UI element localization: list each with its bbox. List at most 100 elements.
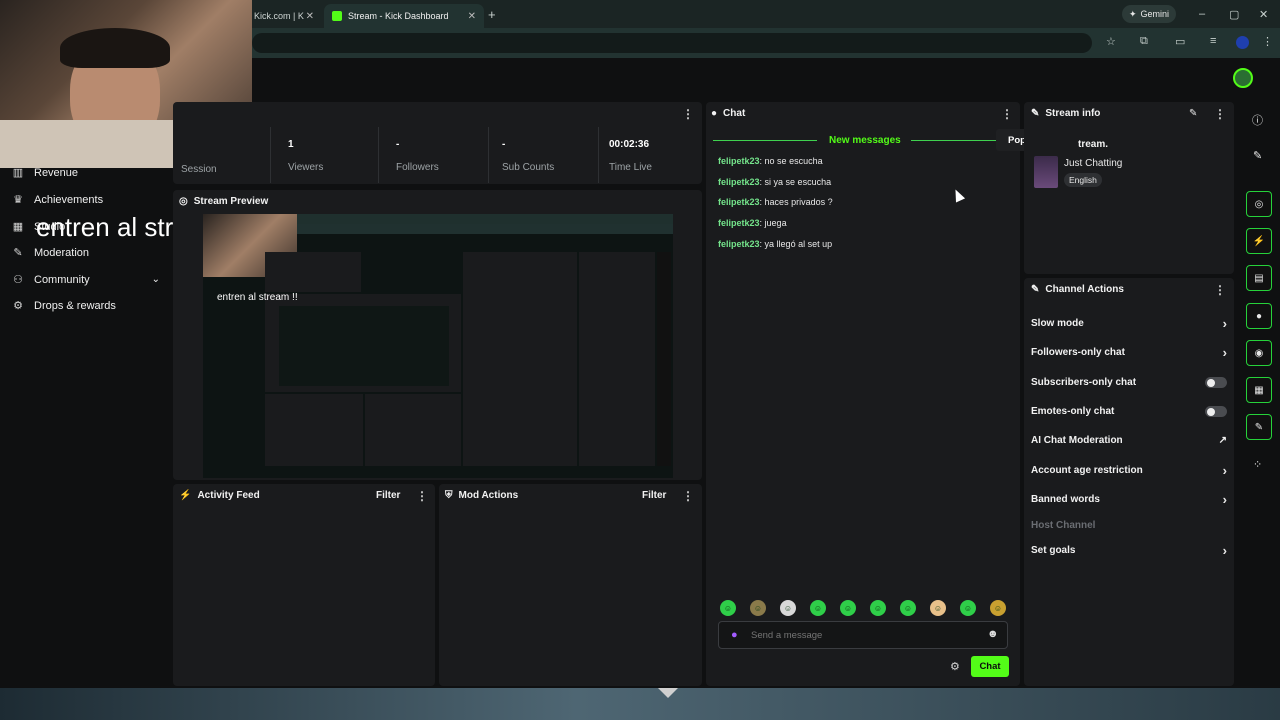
sidebar-item-achievements[interactable]: ♛ Achievements — [12, 193, 103, 207]
browser-tab[interactable]: Kick.com | K ✕ — [246, 4, 322, 28]
stream-preview-video[interactable]: entren al stream !! — [203, 214, 673, 478]
chat-message-input[interactable] — [751, 628, 971, 642]
desktop-background — [0, 688, 1280, 720]
sparkle-icon: ✦ — [1128, 8, 1137, 19]
star-icon[interactable]: ☆ — [1106, 35, 1116, 48]
stats-menu-icon[interactable]: ⋮ — [682, 107, 694, 121]
subscribers-only-toggle[interactable] — [1205, 377, 1227, 388]
stat-label: Time Live — [609, 162, 652, 173]
followers-only-action[interactable]: Followers-only chat › — [1031, 345, 1227, 360]
chat-settings-gear-icon[interactable]: ⚙ — [950, 660, 960, 673]
sidebar-item-drops[interactable]: ⚙ Drops & rewards — [12, 299, 116, 313]
extensions-icon[interactable]: ⧉ — [1140, 35, 1148, 48]
emote-icon[interactable]: ☺ — [900, 600, 916, 616]
close-icon[interactable]: ✕ — [306, 11, 314, 22]
chat-username[interactable]: felipetk23 — [718, 239, 760, 249]
stream-info-title: Stream info — [1045, 108, 1101, 119]
minimize-button[interactable]: – — [1199, 8, 1205, 20]
cast-icon[interactable]: ▭ — [1175, 35, 1185, 48]
rail-layout-icon[interactable]: ▦ — [1246, 377, 1272, 403]
sidebar-item-moderation[interactable]: ✎ Moderation — [12, 246, 89, 260]
set-goals-action[interactable]: Set goals › — [1031, 543, 1227, 558]
divider — [378, 127, 379, 183]
sidebar-item-community[interactable]: ⚇ Community ⌄ — [12, 273, 160, 287]
chevron-right-icon: › — [1222, 345, 1227, 360]
rail-notes-icon[interactable]: ▤ — [1246, 265, 1272, 291]
gemini-label: Gemini — [1140, 9, 1170, 19]
rail-activity-icon[interactable]: ⚡ — [1246, 228, 1272, 254]
emote-icon[interactable]: ☺ — [720, 600, 736, 616]
activity-menu-icon[interactable]: ⋮ — [416, 489, 428, 503]
stat-label: Viewers — [288, 162, 324, 173]
info-icon[interactable]: ⓘ — [1252, 112, 1263, 128]
preview-chat — [463, 252, 577, 466]
microphone-icon[interactable]: ● — [731, 629, 738, 641]
close-window-button[interactable]: ✕ — [1259, 8, 1268, 21]
chat-username[interactable]: felipetk23 — [718, 218, 760, 228]
url-field[interactable] — [252, 33, 1092, 53]
chevron-down-icon: ⌄ — [151, 274, 160, 285]
rail-chat-icon[interactable]: ● — [1246, 303, 1272, 329]
stat-value: 00:02:36 — [609, 139, 650, 150]
emote-icon[interactable]: ☺ — [870, 600, 886, 616]
mod-menu-icon[interactable]: ⋮ — [682, 489, 694, 503]
media-icon[interactable]: ≡ — [1210, 35, 1216, 47]
chat-menu-icon[interactable]: ⋮ — [1001, 107, 1013, 121]
activity-filter-button[interactable]: Filter — [376, 490, 400, 501]
channel-actions-header: ✎ Channel Actions — [1031, 284, 1124, 295]
preview-mod — [365, 394, 461, 466]
sidebar-item-revenue[interactable]: ▥ Revenue — [12, 166, 78, 180]
more-widgets-icon[interactable]: ⁘ — [1253, 458, 1262, 471]
chat-username[interactable]: felipetk23 — [718, 177, 760, 187]
maximize-button[interactable]: ▢ — [1229, 8, 1239, 21]
slow-mode-action[interactable]: Slow mode › — [1031, 316, 1227, 331]
edit-icon[interactable]: ✎ — [1253, 149, 1262, 162]
close-icon[interactable]: ✕ — [468, 11, 476, 22]
browser-menu-icon[interactable]: ⋮ — [1262, 35, 1273, 48]
emoji-picker-icon[interactable]: ☻ — [987, 628, 999, 640]
preview-overlay-text: entren al stream !! — [217, 292, 298, 303]
channel-actions-menu-icon[interactable]: ⋮ — [1214, 283, 1226, 297]
gemini-button[interactable]: ✦ Gemini — [1122, 5, 1176, 23]
banned-words-action[interactable]: Banned words › — [1031, 492, 1227, 507]
browser-tab-active[interactable]: Stream - Kick Dashboard ✕ — [324, 4, 484, 28]
sidebar-item-label: Drops & rewards — [34, 299, 116, 312]
stream-info-menu-icon[interactable]: ⋮ — [1214, 107, 1226, 121]
chat-header: ● Chat — [711, 108, 745, 119]
emote-icon[interactable]: ☺ — [750, 600, 766, 616]
channel-actions-panel — [1024, 278, 1234, 686]
stat-label: Sub Counts — [502, 162, 555, 173]
chart-icon: ▥ — [12, 167, 24, 179]
user-avatar[interactable] — [1233, 68, 1253, 88]
mod-filter-button[interactable]: Filter — [642, 490, 666, 501]
edit-pencil-icon[interactable]: ✎ — [1189, 108, 1197, 119]
chat-username[interactable]: felipetk23 — [718, 156, 760, 166]
chevron-right-icon: › — [1222, 463, 1227, 478]
emote-icon[interactable]: ☺ — [780, 600, 796, 616]
account-age-action[interactable]: Account age restriction › — [1031, 463, 1227, 478]
ai-chat-moderation-action[interactable]: AI Chat Moderation ↗ — [1031, 435, 1227, 446]
rail-wrench-icon[interactable]: ✎ — [1246, 414, 1272, 440]
chat-username[interactable]: felipetk23 — [718, 197, 760, 207]
emote-icon[interactable]: ☺ — [840, 600, 856, 616]
profile-avatar[interactable] — [1236, 36, 1249, 49]
chat-send-button[interactable]: Chat — [971, 656, 1009, 677]
new-tab-button[interactable]: + — [488, 7, 496, 22]
stream-preview-title: Stream Preview — [193, 196, 269, 207]
activity-feed-panel — [173, 484, 435, 686]
chat-input-box[interactable]: ● ☻ — [718, 621, 1008, 649]
rail-broadcast-icon[interactable]: ◉ — [1246, 340, 1272, 366]
rail-preview-icon[interactable]: ◎ — [1246, 191, 1272, 217]
action-label: AI Chat Moderation — [1031, 435, 1123, 446]
preview-activity — [265, 394, 363, 466]
emotes-only-action: Emotes-only chat — [1031, 406, 1227, 417]
mod-actions-title: Mod Actions — [458, 490, 519, 501]
emote-icon[interactable]: ☺ — [990, 600, 1006, 616]
streamer-hair — [60, 28, 170, 68]
emote-icon[interactable]: ☺ — [930, 600, 946, 616]
emote-icon[interactable]: ☺ — [810, 600, 826, 616]
emote-icon[interactable]: ☺ — [960, 600, 976, 616]
action-label: Set goals — [1031, 545, 1076, 556]
preview-channel-actions — [579, 252, 655, 466]
emotes-only-toggle[interactable] — [1205, 406, 1227, 417]
